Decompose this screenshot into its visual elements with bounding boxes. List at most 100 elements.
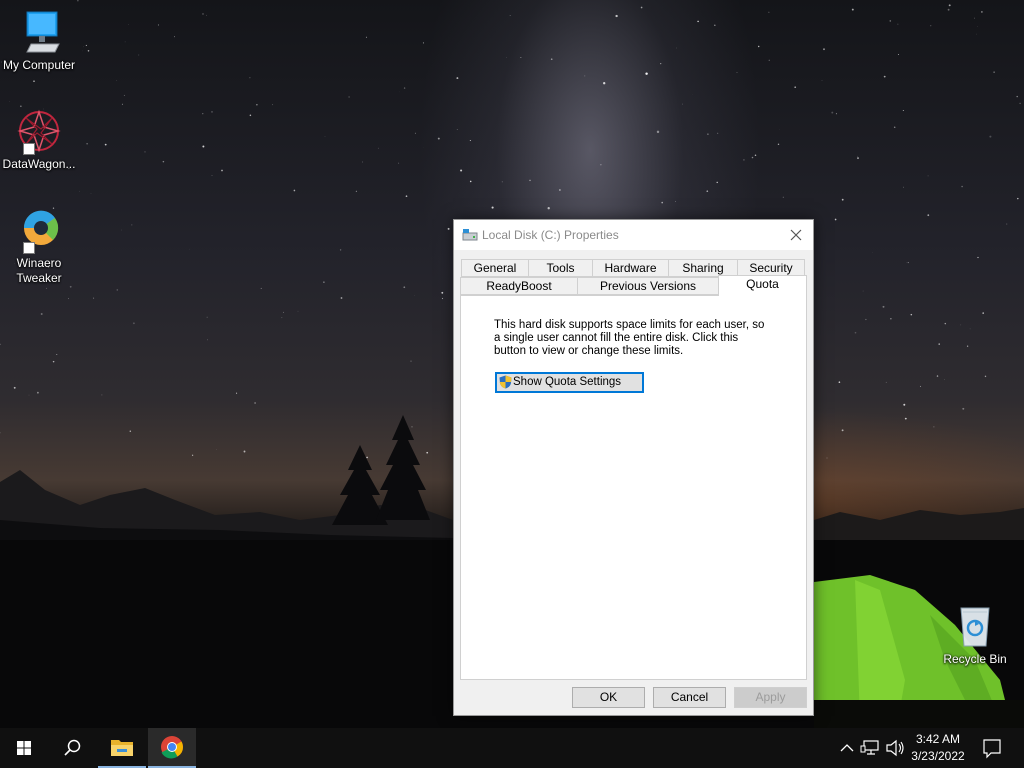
- search-button[interactable]: [48, 728, 96, 768]
- star: [661, 201, 663, 204]
- star: [736, 72, 738, 73]
- star: [85, 44, 87, 46]
- star: [856, 155, 858, 157]
- star: [365, 36, 367, 38]
- quota-description: This hard disk supports space limits for…: [494, 319, 765, 357]
- star: [927, 214, 930, 217]
- desktop-icon-label: Recycle Bin: [943, 652, 1007, 666]
- star: [1019, 102, 1021, 105]
- start-button[interactable]: [0, 728, 48, 768]
- star: [600, 164, 602, 166]
- star: [174, 36, 176, 38]
- cancel-button[interactable]: Cancel: [653, 687, 726, 708]
- star: [697, 20, 699, 23]
- start-icon: [17, 741, 31, 755]
- star: [714, 24, 716, 27]
- star: [883, 75, 886, 78]
- star: [966, 345, 969, 347]
- taskbar-chrome[interactable]: [148, 728, 196, 768]
- tab-readyboost[interactable]: ReadyBoost: [460, 277, 578, 295]
- tab-hardware[interactable]: Hardware: [592, 259, 669, 277]
- star: [982, 312, 984, 314]
- star: [189, 248, 191, 250]
- taskbar-file-explorer[interactable]: [98, 728, 146, 768]
- star: [28, 394, 30, 396]
- star: [116, 80, 118, 81]
- star: [862, 290, 864, 292]
- close-button[interactable]: [779, 220, 813, 250]
- desktop-icon-winaero-tweaker[interactable]: Winaero Tweaker: [0, 206, 78, 286]
- star: [768, 11, 770, 13]
- star: [930, 25, 932, 27]
- star: [893, 126, 896, 128]
- star: [904, 417, 907, 420]
- star: [743, 159, 745, 161]
- star: [981, 11, 983, 13]
- star: [90, 193, 92, 194]
- star: [835, 113, 837, 115]
- star: [260, 287, 262, 289]
- star: [491, 206, 494, 209]
- star: [889, 20, 892, 22]
- close-icon: [790, 229, 802, 241]
- network-button[interactable]: [860, 728, 882, 768]
- star: [1006, 223, 1008, 225]
- tab-previous-versions[interactable]: Previous Versions: [577, 277, 719, 295]
- star: [254, 402, 256, 404]
- star: [202, 13, 204, 15]
- star: [101, 394, 103, 396]
- star: [456, 77, 459, 80]
- star: [211, 175, 213, 176]
- show-hidden-icons-button[interactable]: [838, 728, 856, 768]
- show-quota-settings-button[interactable]: Show Quota Settings: [495, 372, 644, 393]
- desktop-icon-recycle-bin[interactable]: Recycle Bin: [936, 602, 1014, 667]
- star: [121, 103, 123, 105]
- star: [777, 143, 780, 145]
- star: [377, 147, 379, 149]
- action-center-button[interactable]: [978, 728, 1006, 768]
- volume-button[interactable]: [884, 728, 906, 768]
- star: [456, 129, 458, 130]
- star: [293, 189, 296, 192]
- star: [236, 392, 238, 394]
- star: [426, 451, 429, 454]
- star: [936, 375, 939, 377]
- star: [584, 75, 586, 77]
- ok-button[interactable]: OK: [572, 687, 645, 708]
- star: [157, 24, 160, 26]
- star: [681, 103, 683, 105]
- star: [79, 190, 80, 192]
- tab-quota[interactable]: Quota: [718, 275, 807, 296]
- star: [297, 310, 299, 312]
- star: [191, 454, 194, 456]
- star: [529, 179, 531, 182]
- star: [640, 6, 643, 9]
- apply-button[interactable]: Apply: [734, 687, 807, 708]
- taskbar: 3:42 AM 3/23/2022: [0, 728, 1024, 768]
- star: [123, 94, 125, 96]
- tab-general[interactable]: General: [461, 259, 529, 277]
- star: [768, 59, 770, 61]
- star: [272, 104, 274, 106]
- star: [851, 8, 854, 11]
- taskbar-clock[interactable]: 3:42 AM 3/23/2022: [905, 731, 971, 765]
- star: [410, 360, 412, 362]
- recycle-bin-icon: [951, 602, 999, 650]
- desktop-icon-datawagon[interactable]: DataWagon...: [0, 107, 78, 172]
- star: [885, 381, 887, 383]
- star: [249, 114, 252, 117]
- star: [144, 151, 146, 153]
- star: [243, 450, 246, 453]
- star: [969, 328, 971, 330]
- dialog-titlebar[interactable]: Local Disk (C:) Properties: [454, 220, 813, 250]
- desktop-icon-my-computer[interactable]: My Computer: [0, 8, 78, 73]
- star: [67, 298, 70, 300]
- star: [403, 286, 406, 289]
- tab-tools[interactable]: Tools: [528, 259, 593, 277]
- star: [989, 135, 992, 138]
- notification-icon: [983, 739, 1001, 759]
- star: [993, 71, 995, 73]
- star: [129, 430, 132, 433]
- star: [348, 96, 350, 98]
- star: [131, 224, 133, 226]
